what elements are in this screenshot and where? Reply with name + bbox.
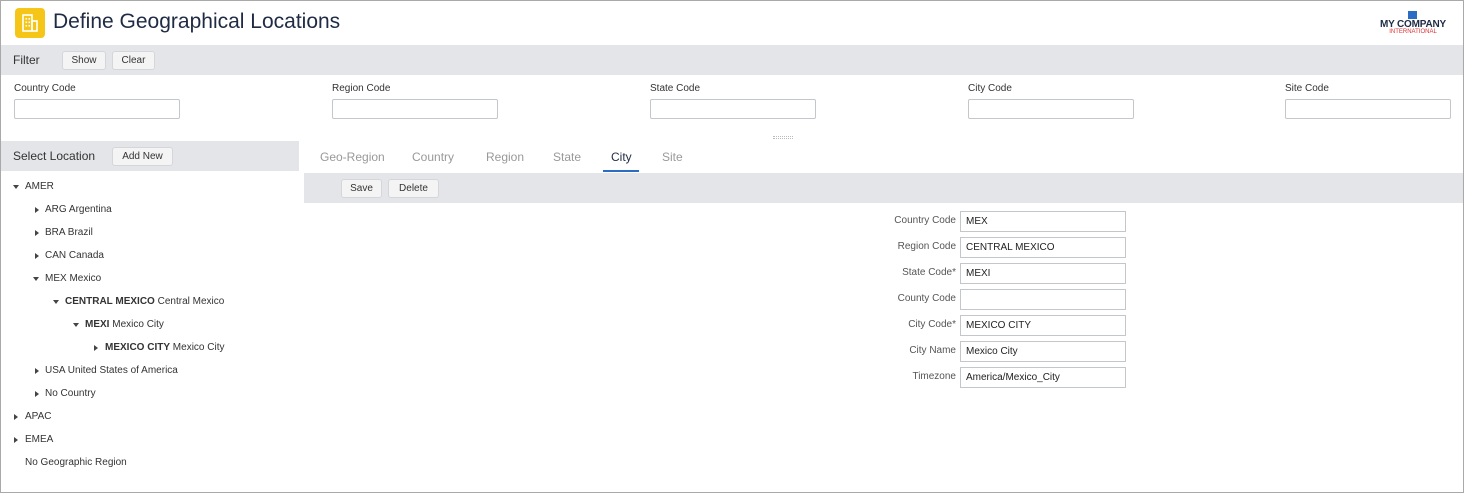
- filter-bar: Filter Show Clear: [1, 45, 1463, 75]
- location-tabs: Geo-Region Country Region State City Sit…: [304, 141, 1463, 173]
- show-button[interactable]: Show: [62, 51, 106, 70]
- building-icon: [15, 8, 45, 38]
- clear-button[interactable]: Clear: [112, 51, 155, 70]
- city-code-filter-label: City Code: [968, 83, 1012, 94]
- app-window: Define Geographical Locations MY COMPANY…: [0, 0, 1464, 493]
- page-header: Define Geographical Locations MY COMPANY…: [1, 1, 1463, 45]
- tab-geo-region[interactable]: Geo-Region: [320, 150, 385, 164]
- page-title: Define Geographical Locations: [53, 10, 341, 33]
- tree-node-code: MEX: [45, 273, 67, 284]
- delete-button[interactable]: Delete: [388, 179, 439, 198]
- tree-node-name: Canada: [68, 250, 104, 261]
- city-name-field[interactable]: [960, 341, 1126, 362]
- state-code-filter-input[interactable]: [650, 99, 816, 119]
- tree-node-name: Argentina: [68, 204, 112, 215]
- timezone-label: Timezone: [912, 371, 956, 382]
- tree-node-label: EMEA: [25, 434, 54, 445]
- country-code-label: Country Code: [894, 215, 956, 226]
- region-code-label: Region Code: [897, 241, 956, 252]
- tree-node-name: Mexico: [69, 273, 102, 284]
- county-code-field[interactable]: [960, 289, 1126, 310]
- tree-node-code: ARG: [45, 204, 67, 215]
- tree-node-label: No Country: [45, 388, 96, 399]
- tree-node-name: Central Mexico: [157, 296, 225, 307]
- collapse-caret-icon[interactable]: [35, 230, 39, 236]
- expand-caret-icon[interactable]: [53, 300, 59, 304]
- resize-handle[interactable]: [773, 136, 793, 139]
- region-code-field[interactable]: [960, 237, 1126, 258]
- site-code-filter-input[interactable]: [1285, 99, 1451, 119]
- tree-node-label: No Geographic Region: [25, 457, 127, 468]
- site-code-filter-label: Site Code: [1285, 83, 1329, 94]
- state-code-label: State Code*: [902, 267, 956, 278]
- add-new-button[interactable]: Add New: [112, 147, 173, 166]
- company-logo: MY COMPANY INTERNATIONAL: [1371, 11, 1455, 37]
- expand-caret-icon[interactable]: [13, 185, 19, 189]
- tree-node-name: Mexico City: [112, 319, 164, 330]
- action-bar: Save Delete: [304, 173, 1463, 203]
- tree-node-label: APAC: [25, 411, 52, 422]
- collapse-caret-icon[interactable]: [35, 207, 39, 213]
- save-button[interactable]: Save: [341, 179, 382, 198]
- tree-node-label: AMER: [25, 181, 54, 192]
- city-code-filter-input[interactable]: [968, 99, 1134, 119]
- timezone-field[interactable]: [960, 367, 1126, 388]
- state-code-field[interactable]: [960, 263, 1126, 284]
- collapse-caret-icon[interactable]: [14, 414, 18, 420]
- country-code-filter-label: Country Code: [14, 83, 76, 94]
- region-code-filter-label: Region Code: [332, 83, 391, 94]
- region-code-filter-input[interactable]: [332, 99, 498, 119]
- tree-node-code: BRA: [45, 227, 66, 238]
- select-location-header: Select Location Add New: [1, 141, 299, 171]
- tree-node-name: United States of America: [67, 365, 178, 376]
- country-code-field[interactable]: [960, 211, 1126, 232]
- logo-subtitle: INTERNATIONAL: [1389, 29, 1437, 35]
- city-code-label: City Code*: [908, 319, 956, 330]
- tab-region[interactable]: Region: [486, 150, 524, 164]
- tree-node-name: Brazil: [67, 227, 93, 238]
- expand-caret-icon[interactable]: [73, 323, 79, 327]
- collapse-caret-icon[interactable]: [35, 368, 39, 374]
- collapse-caret-icon[interactable]: [35, 391, 39, 397]
- tree-node-code: USA: [45, 365, 66, 376]
- filter-label: Filter: [13, 53, 40, 67]
- city-code-field[interactable]: [960, 315, 1126, 336]
- collapse-caret-icon[interactable]: [94, 345, 98, 351]
- select-location-title: Select Location: [13, 149, 96, 163]
- tab-country[interactable]: Country: [412, 150, 454, 164]
- tab-state[interactable]: State: [553, 150, 581, 164]
- expand-caret-icon[interactable]: [33, 277, 39, 281]
- active-tab-indicator: [603, 170, 639, 172]
- collapse-caret-icon[interactable]: [35, 253, 39, 259]
- county-code-label: County Code: [897, 293, 956, 304]
- logo-mark-icon: [1408, 11, 1417, 19]
- tree-node-code: MEXI: [85, 319, 110, 330]
- tab-site[interactable]: Site: [662, 150, 683, 164]
- tree-node-code: MEXICO CITY: [105, 342, 171, 353]
- state-code-filter-label: State Code: [650, 83, 701, 94]
- country-code-filter-input[interactable]: [14, 99, 180, 119]
- city-name-label: City Name: [909, 345, 956, 356]
- filter-fields: Country Code Region Code State Code City…: [1, 75, 1463, 135]
- collapse-caret-icon[interactable]: [14, 437, 18, 443]
- tree-node-name: Mexico City: [172, 342, 225, 353]
- tree-node-code: CAN: [45, 250, 67, 261]
- tree-node-code: CENTRAL MEXICO: [65, 296, 155, 307]
- tab-city[interactable]: City: [611, 150, 632, 164]
